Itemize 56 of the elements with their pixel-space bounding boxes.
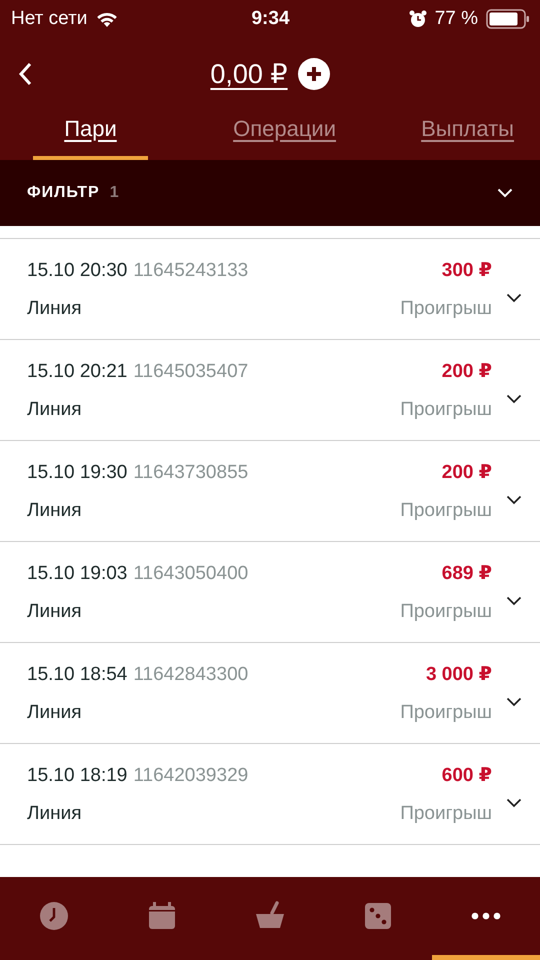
back-icon[interactable] [18,62,32,86]
bet-result: Проигрыш [400,398,492,420]
bet-datetime: 15.10 19:30 [27,462,128,484]
balance-link[interactable]: 0,00 ₽ [210,58,288,90]
bet-number: 11643730855 [133,462,250,484]
clock-icon [39,901,69,931]
bet-amount: 3 000 ₽ [426,662,492,686]
bet-type: Линия [27,802,82,824]
bet-number: 11642843300 [133,664,250,686]
bet-amount: 200 ₽ [442,360,492,382]
bet-result: Проигрыш [400,600,492,622]
bet-number: 11645243133 [133,260,250,282]
bet-type: Линия [27,500,82,522]
wifi-icon [95,10,120,28]
carrier-text: Нет сети [11,8,88,30]
bet-type: Линия [27,298,82,320]
bet-result: Проигрыш [400,802,492,824]
alarm-icon [408,10,427,28]
bet-datetime: 15.10 18:19 [27,764,128,786]
bet-type: Линия [27,600,82,622]
bet-amount: 200 ₽ [442,460,492,484]
tab[interactable]: Выплаты [421,110,514,160]
bet-amount: 300 ₽ [442,258,492,282]
more-icon [471,912,501,920]
filter-count: 1 [110,184,120,202]
calendar-icon [147,901,177,931]
tab[interactable]: Операции [233,110,336,160]
bet-result: Проигрыш [400,500,492,522]
chevron-icon[interactable] [506,798,522,808]
battery-percent: 77 % [434,8,478,30]
bet-result: Проигрыш [400,298,492,320]
bet-datetime: 15.10 20:30 [27,260,128,282]
bet-number: 11645035407 [133,360,250,382]
bet-datetime: 15.10 20:21 [27,360,128,382]
bet-type: Линия [27,702,82,724]
bet-amount: 600 ₽ [442,764,492,786]
chevron-icon[interactable] [506,495,522,505]
chevron-icon[interactable] [506,697,522,707]
bet-datetime: 15.10 18:54 [27,664,128,686]
bet-result: Проигрыш [400,702,492,724]
bet-amount: 689 ₽ [442,562,492,584]
chevron-icon[interactable] [506,293,522,303]
filter-label: ФИЛЬТР [27,184,100,202]
bet-number: 11642039329 [133,764,250,786]
chevron-icon[interactable] [506,596,522,606]
bet-datetime: 15.10 19:03 [27,562,128,584]
dice-icon [363,901,393,931]
filter-bar[interactable]: ФИЛЬТР 1 [0,160,540,226]
bet-number: 11643050400 [133,562,250,584]
bowl-icon [255,901,285,931]
chevron-icon [497,188,513,198]
battery-icon [486,9,530,29]
clock-time: 9:34 [251,8,290,30]
add-icon[interactable] [298,58,330,90]
chevron-icon[interactable] [506,394,522,404]
bet-type: Линия [27,398,82,420]
